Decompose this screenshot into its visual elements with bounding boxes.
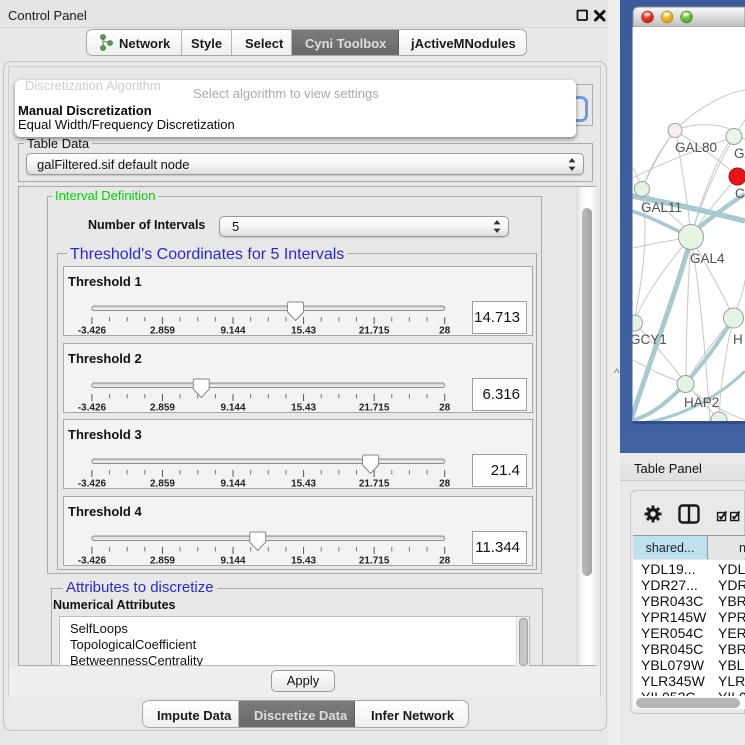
- svg-text:GAL80: GAL80: [675, 140, 717, 155]
- svg-text:GAL4: GAL4: [690, 251, 725, 266]
- svg-text:2.859: 2.859: [149, 326, 174, 337]
- svg-text:2.859: 2.859: [149, 402, 174, 413]
- svg-text:28: 28: [439, 479, 451, 490]
- svg-text:28: 28: [439, 402, 451, 413]
- svg-text:21.715: 21.715: [358, 555, 389, 566]
- svg-text:GCY1: GCY1: [630, 332, 667, 347]
- svg-text:C: C: [735, 186, 745, 201]
- svg-text:9.144: 9.144: [220, 479, 245, 490]
- svg-text:-3.426: -3.426: [77, 402, 106, 413]
- svg-text:-3.426: -3.426: [77, 326, 106, 337]
- svg-text:H: H: [733, 332, 743, 347]
- svg-text:28: 28: [439, 326, 451, 337]
- svg-text:15.43: 15.43: [291, 402, 316, 413]
- svg-text:15.43: 15.43: [291, 326, 316, 337]
- svg-text:15.43: 15.43: [291, 555, 316, 566]
- svg-text:HAP2: HAP2: [684, 395, 719, 410]
- svg-text:9.144: 9.144: [220, 555, 245, 566]
- svg-text:9.144: 9.144: [220, 402, 245, 413]
- svg-text:2.859: 2.859: [149, 555, 174, 566]
- svg-text:-3.426: -3.426: [77, 479, 106, 490]
- svg-text:21.715: 21.715: [358, 402, 389, 413]
- svg-text:-3.426: -3.426: [77, 555, 106, 566]
- svg-text:GA: GA: [734, 146, 745, 161]
- svg-text:21.715: 21.715: [358, 326, 389, 337]
- svg-text:21.715: 21.715: [358, 479, 389, 490]
- svg-text:9.144: 9.144: [220, 326, 245, 337]
- svg-text:2.859: 2.859: [149, 479, 174, 490]
- svg-text:GAL11: GAL11: [641, 200, 682, 215]
- svg-text:28: 28: [439, 555, 451, 566]
- svg-text:15.43: 15.43: [291, 479, 316, 490]
